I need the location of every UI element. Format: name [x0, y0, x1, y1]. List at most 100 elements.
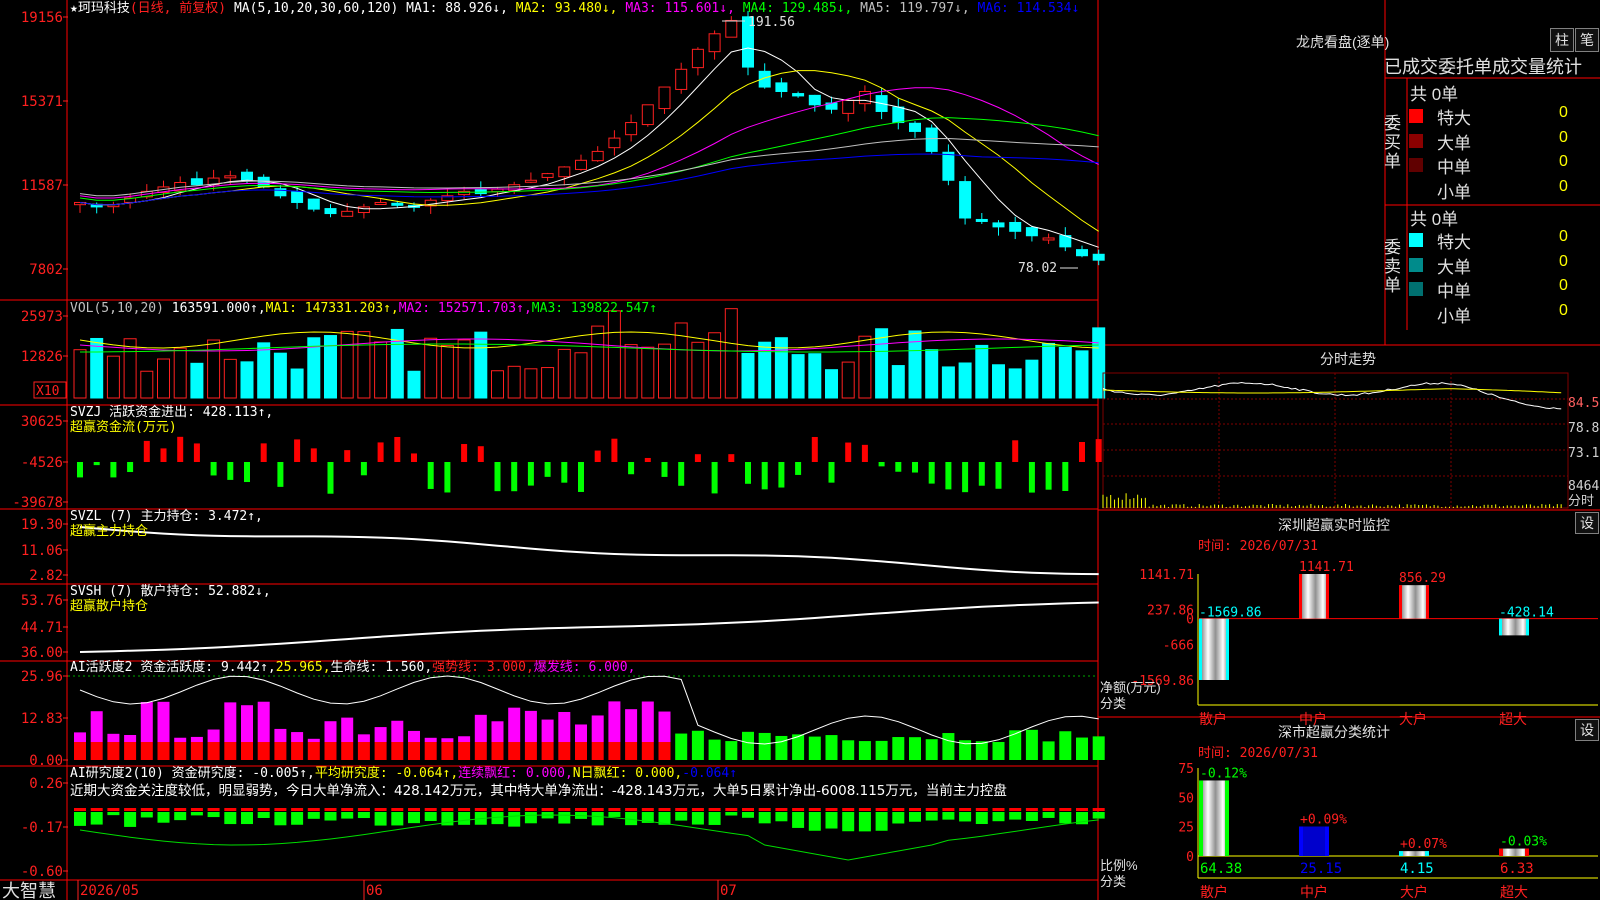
- monitor-bar-label: -428.14: [1499, 606, 1554, 621]
- svzj-bar: [578, 462, 584, 492]
- ai-research-red: [190, 808, 203, 811]
- intraday-vol-tick: 8464: [1568, 479, 1599, 494]
- svzj-bar: [1079, 442, 1085, 462]
- candle-body: [641, 104, 654, 126]
- ai-active-bar: [591, 715, 604, 742]
- ai-research-red: [591, 808, 604, 811]
- svzj-bar: [644, 457, 651, 462]
- ai-strong-line: 强势线: 3.000,: [432, 660, 534, 675]
- ai-research-red: [1092, 808, 1105, 811]
- svzj-bar: [945, 462, 952, 490]
- sell-order-swatch: [1409, 233, 1423, 247]
- svzj-bar: [444, 462, 451, 493]
- ai-research-red: [90, 808, 103, 811]
- ai-research-bar: [90, 812, 103, 825]
- monitor-settings-button[interactable]: 设: [1575, 512, 1599, 534]
- svzj-bar: [1062, 462, 1069, 491]
- monitor-y-tick: 0: [1186, 613, 1194, 628]
- candle-body: [658, 86, 671, 110]
- ai-life-line: 生命线: 1.560,: [330, 660, 433, 675]
- ai-active-bar: [291, 732, 304, 742]
- ai-active-base: [107, 742, 120, 760]
- svzj-header: SVZJ 活跃资金进出: 428.113↑, 超赢资金流(万元): [70, 405, 273, 435]
- ai-active-bar: [357, 734, 370, 742]
- ai-research-red: [658, 808, 671, 811]
- svzj-y-tick: 30625: [21, 414, 63, 430]
- ai-active-base: [391, 742, 404, 760]
- ai-active-base: [558, 742, 571, 760]
- volume-bar: [374, 341, 388, 399]
- buy-order-row: 小单00%: [1409, 178, 1599, 202]
- classify-y-label: 比例%: [1100, 858, 1138, 873]
- ai-research-bar: [174, 812, 187, 821]
- ai-research-bar: [742, 812, 754, 818]
- ai-active-bar: [124, 734, 137, 742]
- ai-active-base: [174, 742, 187, 760]
- volume-bar: [624, 344, 638, 399]
- monitor-bar-edge: [1226, 618, 1229, 680]
- sell-order-row: 特大00%: [1409, 228, 1599, 252]
- ai-active-bar: [391, 720, 404, 742]
- ma2-line: [79, 70, 1099, 232]
- sell-orders-label: 委卖单: [1384, 238, 1401, 295]
- x-axis-label: 06: [366, 883, 383, 899]
- ai-active-base: [374, 742, 387, 760]
- svzj-bar: [210, 462, 217, 476]
- ai-research-red: [959, 808, 972, 811]
- x-axis-label: 2026/05: [80, 883, 139, 899]
- svzj-bar: [227, 462, 234, 480]
- ai-active-base: [140, 742, 153, 760]
- monitor-bar-edge: [1199, 618, 1202, 680]
- monitor-title: 深圳超赢实时监控: [1278, 517, 1390, 533]
- monitor-bar-label: 1141.71: [1299, 560, 1354, 575]
- ai-research-red: [341, 808, 354, 811]
- ai-research-bar: [307, 812, 320, 819]
- low-price-label: 78.02: [1018, 261, 1057, 276]
- svzj-bar: [711, 462, 718, 494]
- ai-research-red: [742, 808, 754, 811]
- chart-mode[interactable]: (日线, 前复权): [130, 1, 226, 16]
- svzj-bar: [93, 462, 100, 466]
- svzj-bar: [143, 440, 150, 462]
- bar-view-button[interactable]: 柱: [1550, 28, 1574, 52]
- ai-active-bar: [925, 739, 938, 760]
- svzl-y-tick: 2.82: [29, 568, 63, 584]
- ai-research-bar: [725, 812, 738, 816]
- ai-research-bar: [241, 812, 253, 825]
- volume-bar: [207, 339, 221, 399]
- ai-research-bar: [675, 812, 688, 821]
- svzj-bar: [310, 448, 317, 462]
- chart-canvas[interactable]: 19156 15371 11587 7802 25973 12826 30625 -4526 -…: [0, 0, 1600, 900]
- sell-order-row: 中单00%: [1409, 277, 1599, 301]
- classify-y-tick: 0: [1186, 850, 1194, 865]
- sell-order-swatch: [1409, 306, 1423, 321]
- ai-active-bar: [1059, 731, 1072, 760]
- candle-body: [307, 198, 320, 210]
- high-price-label: 191.56: [748, 15, 795, 30]
- ai-research-bar: [74, 812, 86, 826]
- intraday-y-tick: 84.57: [1568, 396, 1600, 411]
- svzl-title: SVZL (7) 主力持仓: 3.472↑,: [70, 509, 263, 524]
- svzj-bar: [160, 448, 167, 462]
- ai-research-red: [625, 808, 638, 811]
- ai-research-red: [1076, 808, 1088, 811]
- classify-change-label: +0.07%: [1400, 837, 1447, 852]
- candle-body: [675, 68, 688, 90]
- volume-bar: [841, 361, 855, 399]
- tick-view-button[interactable]: 笔: [1575, 28, 1599, 52]
- volume-bar: [90, 337, 104, 399]
- svzj-bar: [1028, 462, 1035, 493]
- stock-name[interactable]: ★珂玛科技: [70, 1, 130, 16]
- classify-settings-button[interactable]: 设: [1575, 719, 1599, 741]
- svzj-bar: [728, 454, 735, 462]
- ai-active-base: [608, 742, 621, 760]
- svsh-y-tick: 53.76: [21, 593, 63, 609]
- monitor-bar-edge: [1326, 574, 1329, 619]
- ai-research-red: [708, 808, 721, 811]
- ai-active-base: [324, 742, 337, 760]
- classify-y-tick: 75: [1178, 762, 1194, 777]
- candle-body: [575, 159, 587, 170]
- ai-active-y-tick: 12.83: [21, 711, 63, 727]
- monitor-bar: [1199, 618, 1229, 680]
- svzj-bar: [511, 462, 518, 492]
